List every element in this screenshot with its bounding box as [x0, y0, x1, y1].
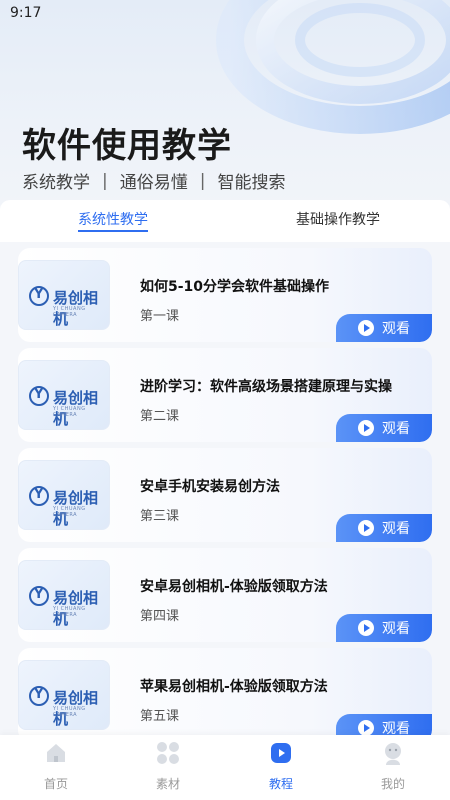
nav-label-tutorials: 教程	[268, 777, 293, 791]
play-icon	[358, 620, 374, 636]
tab-bar: 系统性教学 基础操作教学	[0, 200, 450, 242]
header-banner: 9:17 软件使用教学 系统教学 | 通俗易懂 | 智能搜索	[0, 0, 450, 205]
tab-basic-operation[interactable]: 基础操作教学	[296, 209, 380, 229]
play-icon	[271, 743, 291, 763]
lesson-title: 进阶学习：软件高级场景搭建原理与实操	[140, 379, 392, 395]
nav-item-mine[interactable]: 我的	[363, 741, 423, 792]
subtitle-separator: |	[102, 170, 108, 191]
brand-logo-icon	[29, 586, 49, 606]
play-icon	[358, 420, 374, 436]
nav-label-home: 首页	[43, 777, 68, 791]
nav-label-materials: 素材	[155, 777, 180, 791]
play-icon	[358, 720, 374, 736]
lesson-list: 易创相机 YI CHUANG CAMERA 如何5-10分学会软件基础操作 第一…	[18, 248, 432, 748]
watch-button-label: 观看	[382, 621, 410, 637]
lesson-card[interactable]: 易创相机 YI CHUANG CAMERA 安卓易创相机-体验版领取方法 第四课…	[18, 548, 432, 642]
subtitle-item: 系统教学	[22, 173, 90, 193]
watch-button[interactable]: 观看	[336, 414, 432, 442]
lesson-title: 苹果易创相机-体验版领取方法	[140, 679, 328, 695]
lesson-title: 如何5-10分学会软件基础操作	[140, 279, 330, 295]
nav-item-materials[interactable]: 素材	[138, 741, 198, 792]
brand-logo-icon	[29, 686, 49, 706]
grid-icon	[157, 742, 179, 764]
play-icon	[358, 320, 374, 336]
user-icon	[385, 743, 401, 765]
active-tab-indicator	[78, 230, 148, 232]
nav-label-mine: 我的	[380, 777, 405, 791]
subtitle-row: 系统教学 | 通俗易懂 | 智能搜索	[22, 168, 286, 194]
lesson-number: 第四课	[140, 609, 180, 624]
lesson-card[interactable]: 易创相机 YI CHUANG CAMERA 苹果易创相机-体验版领取方法 第五课…	[18, 648, 432, 742]
watch-button[interactable]: 观看	[336, 514, 432, 542]
brand-logo-subtext: YI CHUANG CAMERA	[53, 406, 86, 418]
subtitle-item: 通俗易懂	[119, 173, 188, 193]
lesson-card[interactable]: 易创相机 YI CHUANG CAMERA 安卓手机安装易创方法 第三课 观看	[18, 448, 432, 542]
status-bar-time: 9:17	[10, 5, 42, 21]
brand-logo-icon	[29, 386, 49, 406]
brand-logo-subtext: YI CHUANG CAMERA	[53, 706, 86, 718]
bottom-navigation: 首页 素材 教程 我的	[0, 735, 450, 800]
lesson-card[interactable]: 易创相机 YI CHUANG CAMERA 进阶学习：软件高级场景搭建原理与实操…	[18, 348, 432, 442]
lesson-card[interactable]: 易创相机 YI CHUANG CAMERA 如何5-10分学会软件基础操作 第一…	[18, 248, 432, 342]
watch-button[interactable]: 观看	[336, 314, 432, 342]
page-title: 软件使用教学	[22, 126, 232, 166]
watch-button-label: 观看	[382, 321, 410, 337]
lesson-number: 第一课	[140, 309, 180, 324]
lesson-thumbnail: 易创相机 YI CHUANG CAMERA	[18, 360, 110, 430]
tab-system-teaching[interactable]: 系统性教学	[78, 209, 148, 229]
lesson-number: 第三课	[140, 509, 180, 524]
lesson-thumbnail: 易创相机 YI CHUANG CAMERA	[18, 460, 110, 530]
watch-button-label: 观看	[382, 421, 410, 437]
watch-button[interactable]: 观看	[336, 614, 432, 642]
subtitle-separator: |	[199, 170, 206, 191]
nav-item-home[interactable]: 首页	[26, 741, 86, 792]
brand-logo-subtext: YI CHUANG CAMERA	[53, 606, 86, 618]
lesson-thumbnail: 易创相机 YI CHUANG CAMERA	[18, 560, 110, 630]
brand-logo-icon	[29, 286, 49, 306]
lesson-number: 第五课	[140, 709, 180, 724]
brand-logo-subtext: YI CHUANG CAMERA	[53, 506, 86, 518]
lesson-title: 安卓易创相机-体验版领取方法	[140, 579, 328, 595]
brand-logo-subtext: YI CHUANG CAMERA	[53, 306, 86, 318]
lesson-thumbnail: 易创相机 YI CHUANG CAMERA	[18, 660, 110, 730]
subtitle-item: 智能搜索	[217, 173, 286, 193]
brand-logo-icon	[29, 486, 49, 506]
lesson-thumbnail: 易创相机 YI CHUANG CAMERA	[18, 260, 110, 330]
watch-button-label: 观看	[382, 521, 410, 537]
home-icon	[47, 744, 65, 762]
play-icon	[358, 520, 374, 536]
lesson-title: 安卓手机安装易创方法	[140, 479, 280, 495]
nav-item-tutorials[interactable]: 教程	[251, 741, 311, 792]
lesson-number: 第二课	[140, 409, 180, 424]
